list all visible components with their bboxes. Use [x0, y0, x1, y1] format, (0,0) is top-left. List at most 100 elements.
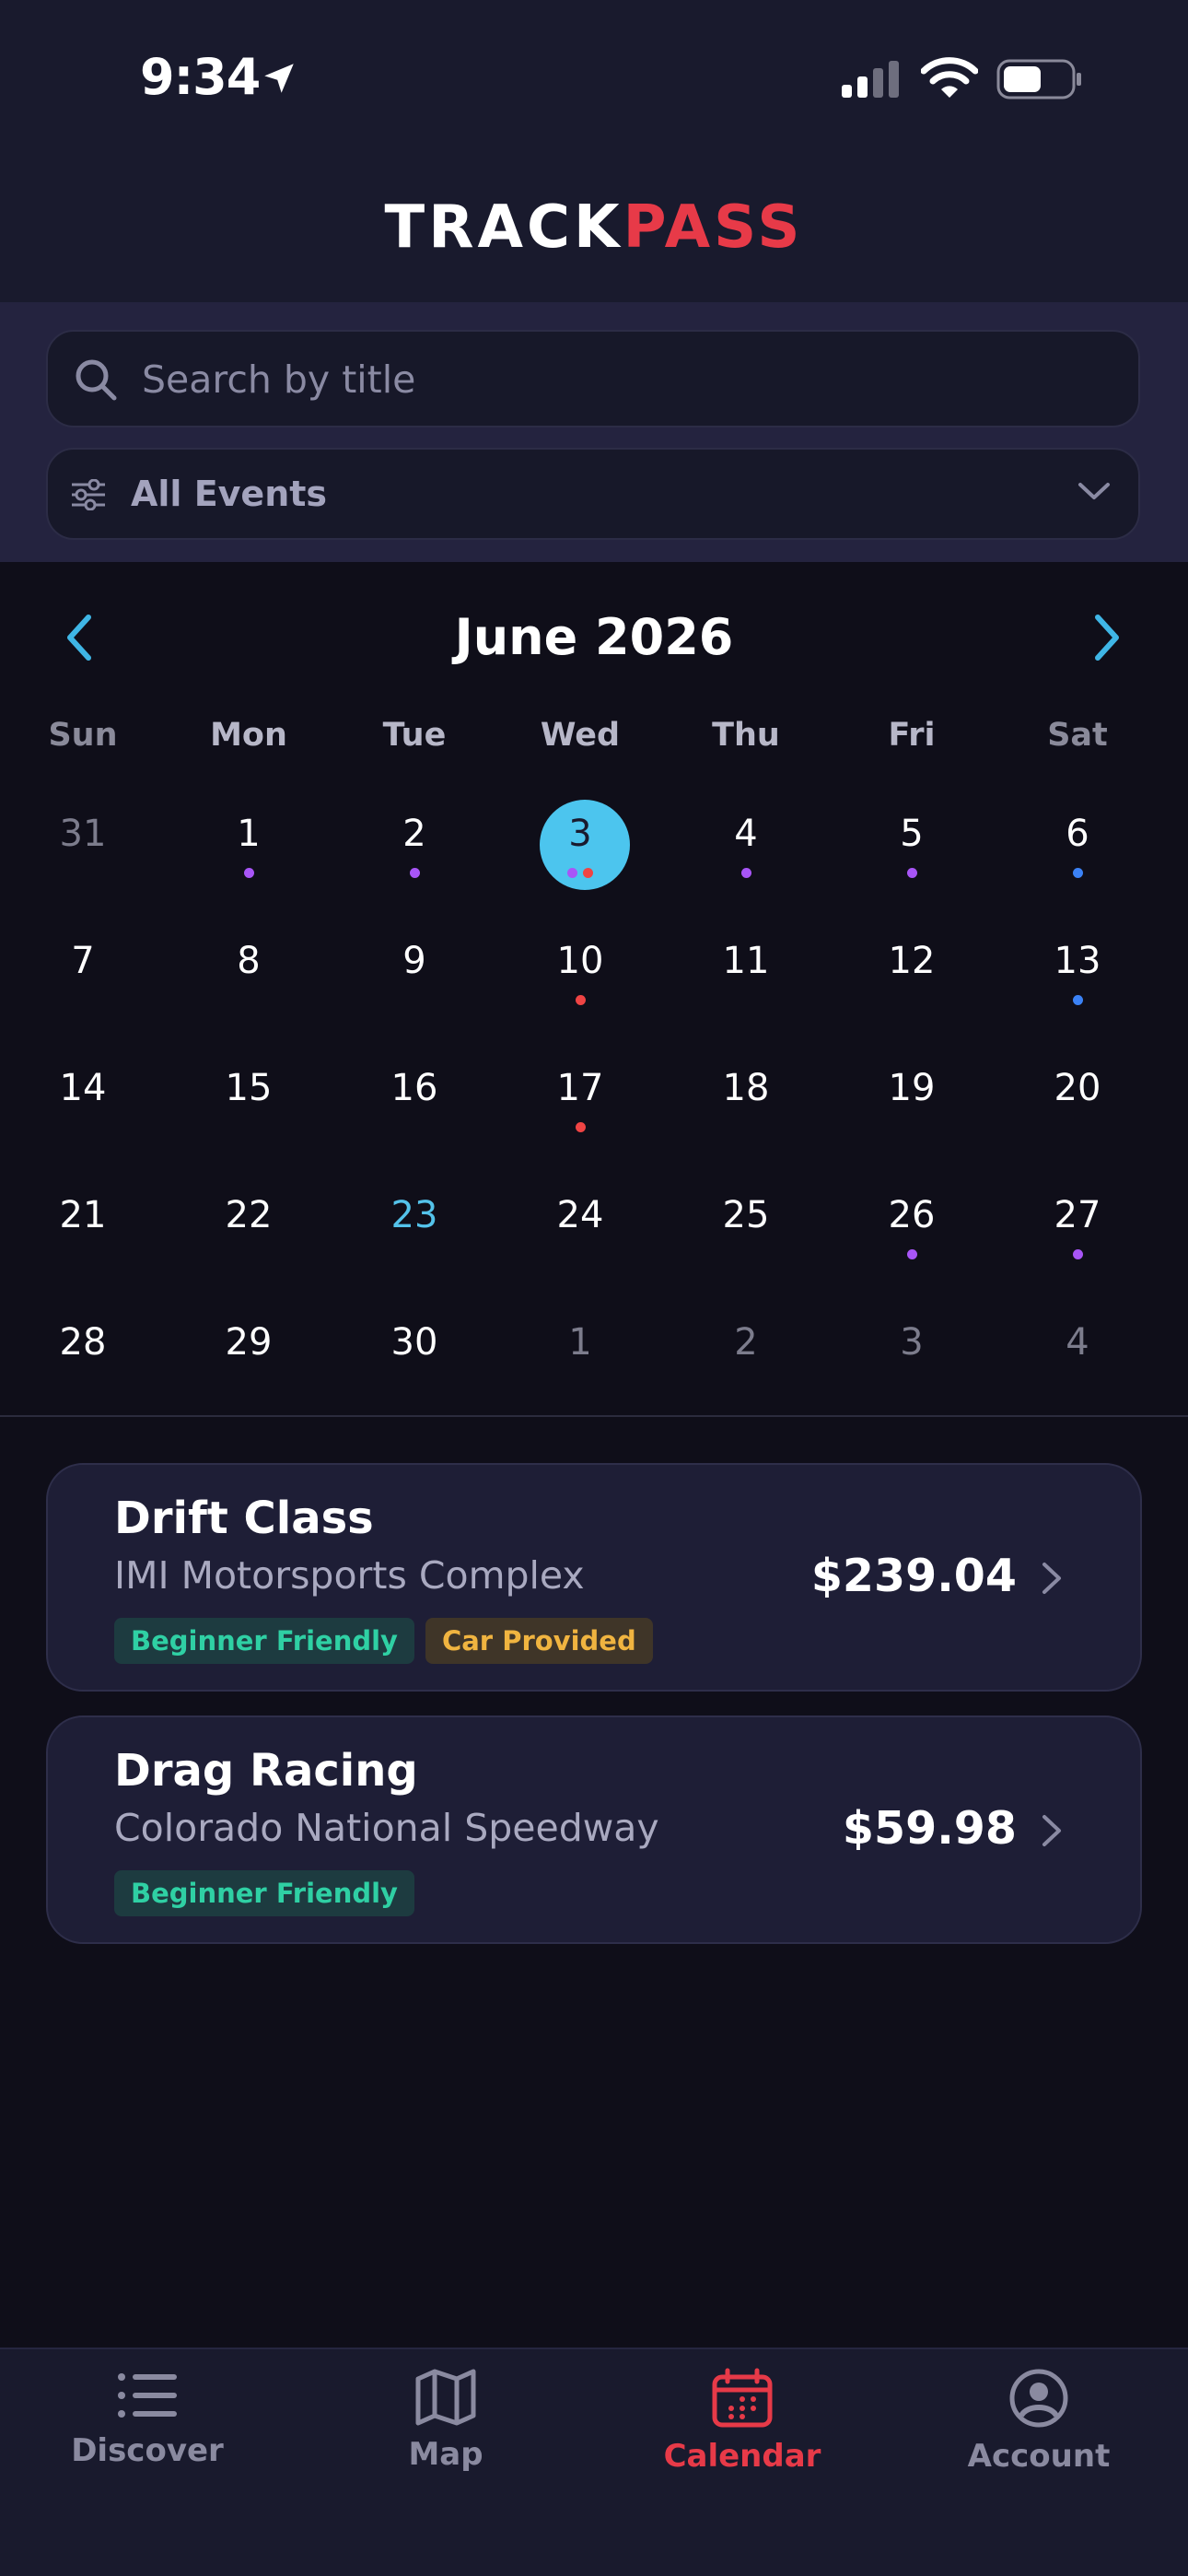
tab-map[interactable]: Map [335, 2368, 556, 2473]
calendar-day[interactable]: 9 [332, 923, 497, 1050]
calendar-day[interactable]: 4 [663, 796, 829, 923]
day-number: 11 [722, 940, 770, 982]
calendar-day[interactable]: 20 [995, 1050, 1160, 1177]
calendar-day[interactable]: 2 [663, 1305, 829, 1432]
event-card[interactable]: Drift Class IMI Motorsports Complex Begi… [46, 1463, 1142, 1692]
event-dots [497, 995, 663, 1005]
calendar-day[interactable]: 1 [166, 796, 332, 923]
tab-label: Discover [71, 2432, 224, 2469]
day-number: 7 [71, 940, 95, 982]
event-tags: Beginner Friendly [114, 1870, 414, 1916]
calendar-day[interactable]: 30 [332, 1305, 497, 1432]
day-number: 1 [568, 1321, 592, 1364]
day-number: 28 [59, 1321, 107, 1364]
calendar-day[interactable]: 23 [332, 1177, 497, 1305]
calendar-day[interactable]: 3 [829, 1305, 995, 1432]
tab-calendar[interactable]: Calendar [632, 2368, 853, 2475]
account-icon [1009, 2369, 1068, 2428]
calendar-day[interactable]: 13 [995, 923, 1160, 1050]
day-number: 13 [1054, 940, 1101, 982]
logo-track: TRACK [384, 193, 623, 262]
calendar-day[interactable]: 21 [0, 1177, 166, 1305]
calendar-header: June 2026 [0, 599, 1188, 682]
calendar-day[interactable]: 10 [497, 923, 663, 1050]
calendar-day[interactable]: 24 [497, 1177, 663, 1305]
day-number: 9 [402, 940, 426, 982]
day-number: 21 [59, 1194, 107, 1236]
tag-badge: Beginner Friendly [114, 1618, 414, 1664]
event-filter-dropdown[interactable]: All Events [46, 448, 1140, 540]
calendar-day[interactable]: 28 [0, 1305, 166, 1432]
event-price: $239.04 [810, 1550, 1017, 1602]
calendar-day[interactable]: 1 [497, 1305, 663, 1432]
event-card[interactable]: Drag Racing Colorado National Speedway B… [46, 1715, 1142, 1944]
event-dot [409, 868, 420, 878]
tab-discover[interactable]: Discover [37, 2368, 258, 2469]
calendar-day[interactable]: 29 [166, 1305, 332, 1432]
calendar-week: 7 8 9 10 11 12 13 [0, 923, 1188, 1050]
filter-selected-label: All Events [131, 474, 328, 514]
event-dot [906, 868, 917, 878]
calendar-day[interactable]: 6 [995, 796, 1160, 923]
status-time: 9:34 [140, 48, 261, 106]
calendar-day[interactable]: 27 [995, 1177, 1160, 1305]
calendar-icon [712, 2368, 773, 2428]
calendar-day[interactable]: 5 [829, 796, 995, 923]
app-logo: TRACKPASS [0, 193, 1188, 262]
event-dots [829, 868, 995, 878]
weekday-label: Sat [1047, 717, 1108, 754]
calendar-day[interactable]: 19 [829, 1050, 995, 1177]
event-dot [575, 1122, 586, 1132]
calendar-day[interactable]: 4 [995, 1305, 1160, 1432]
day-number: 18 [722, 1067, 770, 1109]
event-title: Drift Class [114, 1493, 374, 1544]
day-number: 4 [734, 813, 758, 855]
calendar-week: 31 1 2 3 4 5 6 [0, 796, 1188, 923]
calendar-day[interactable]: 15 [166, 1050, 332, 1177]
event-dot [1072, 1249, 1083, 1259]
calendar-day[interactable]: 22 [166, 1177, 332, 1305]
search-box[interactable] [46, 330, 1140, 427]
day-number: 20 [1054, 1067, 1101, 1109]
day-number: 30 [390, 1321, 438, 1364]
calendar-day[interactable]: 25 [663, 1177, 829, 1305]
day-number: 3 [900, 1321, 924, 1364]
day-number: 6 [1066, 813, 1089, 855]
calendar-week: 28 29 30 1 2 3 4 [0, 1305, 1188, 1432]
event-dots [829, 1249, 995, 1259]
calendar-day-selected[interactable]: 3 [497, 796, 663, 923]
event-dot [575, 995, 586, 1005]
calendar-day[interactable]: 16 [332, 1050, 497, 1177]
search-input[interactable] [140, 332, 1120, 427]
calendar-day[interactable]: 17 [497, 1050, 663, 1177]
day-number: 23 [390, 1194, 438, 1236]
calendar-grid: 31 1 2 3 4 5 6 7 8 9 10 11 12 13 14 15 16 17 18 19 20 21 22 23 2… [0, 796, 1188, 1432]
location-arrow-icon [264, 64, 294, 93]
day-number: 10 [556, 940, 604, 982]
tab-account[interactable]: Account [928, 2368, 1149, 2475]
calendar-day[interactable]: 26 [829, 1177, 995, 1305]
calendar-day[interactable]: 18 [663, 1050, 829, 1177]
day-number: 29 [225, 1321, 273, 1364]
event-dot [583, 868, 593, 878]
event-dots [332, 868, 497, 878]
sliders-icon [72, 479, 105, 510]
calendar-day[interactable]: 14 [0, 1050, 166, 1177]
event-price: $59.98 [842, 1802, 1017, 1855]
day-number: 15 [225, 1067, 273, 1109]
month-title: June 2026 [454, 608, 734, 666]
calendar-day[interactable]: 31 [0, 796, 166, 923]
calendar-day[interactable]: 11 [663, 923, 829, 1050]
day-number: 19 [888, 1067, 936, 1109]
next-month-icon[interactable] [1089, 614, 1125, 662]
weekday-label: Sun [48, 717, 118, 754]
day-number: 31 [59, 813, 107, 855]
calendar-day[interactable]: 7 [0, 923, 166, 1050]
day-number: 22 [225, 1194, 273, 1236]
event-dots [995, 995, 1160, 1005]
day-number: 25 [722, 1194, 770, 1236]
calendar-day[interactable]: 12 [829, 923, 995, 1050]
event-title: Drag Racing [114, 1745, 418, 1797]
calendar-day[interactable]: 2 [332, 796, 497, 923]
calendar-day[interactable]: 8 [166, 923, 332, 1050]
